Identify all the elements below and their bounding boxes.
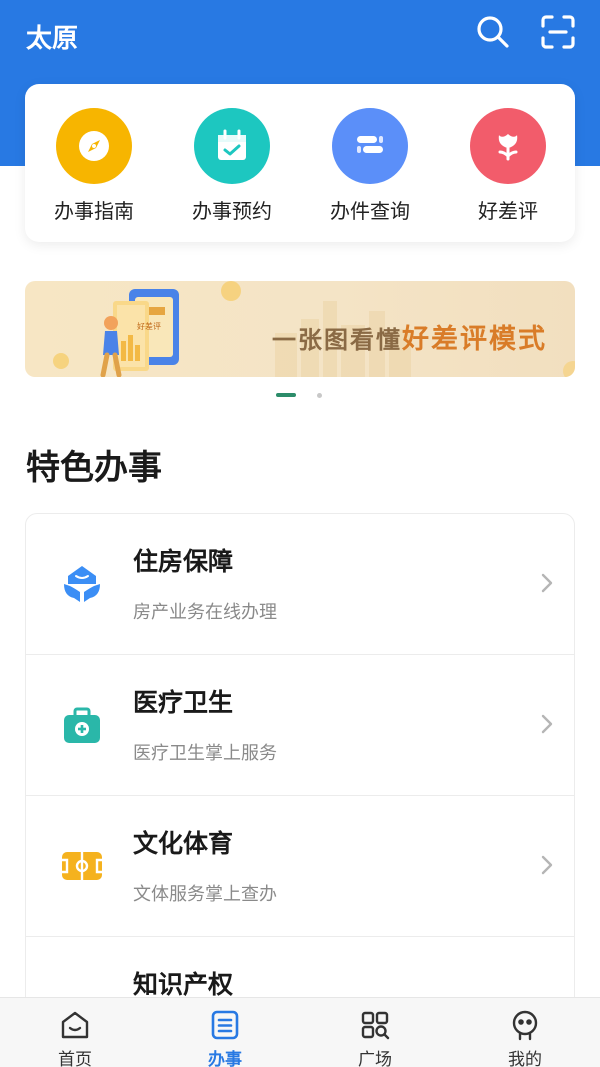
tab-plaza[interactable]: 广场 [300, 998, 450, 1067]
banner-title: 一张图看懂好差评模式 [272, 317, 547, 356]
sports-field-icon [60, 844, 104, 888]
list-query-icon [332, 108, 408, 184]
tab-label: 我的 [508, 1050, 542, 1067]
list-item-title: 医疗卫生 [133, 688, 234, 717]
list-item-title: 文化体育 [133, 829, 234, 858]
bottom-tab-bar: 首页 办事 广场 我的 [0, 997, 600, 1067]
list-item-medical[interactable]: 医疗卫生 医疗卫生掌上服务 [26, 655, 574, 796]
banner-illustration-text: 好差评 [137, 321, 161, 331]
banner-title-highlight: 好差评模式 [402, 324, 547, 355]
quick-action-label: 办件查询 [330, 199, 410, 223]
scan-icon[interactable] [538, 12, 578, 52]
quick-action-rating[interactable]: 好差评 [439, 84, 577, 242]
quick-actions-card: 办事指南 办事预约 办件查询 好差评 [25, 84, 575, 242]
tab-home[interactable]: 首页 [0, 998, 150, 1067]
banner-title-prefix: 一张图看懂 [272, 326, 402, 354]
compass-icon [56, 108, 132, 184]
list-item-housing[interactable]: 住房保障 房产业务在线办理 [26, 514, 574, 655]
carousel-indicator [0, 393, 600, 399]
quick-action-appointment[interactable]: 办事预约 [163, 84, 301, 242]
tab-label: 首页 [58, 1050, 92, 1067]
tab-label: 办事 [208, 1050, 242, 1067]
grid-search-icon [358, 1008, 392, 1042]
tab-services[interactable]: 办事 [150, 998, 300, 1067]
quick-action-label: 办事指南 [54, 199, 134, 223]
calendar-check-icon [194, 108, 270, 184]
chevron-right-icon [541, 714, 553, 734]
quick-action-label: 好差评 [478, 199, 538, 223]
list-item-subtitle: 医疗卫生掌上服务 [133, 743, 277, 764]
list-item-subtitle: 房产业务在线办理 [133, 602, 277, 623]
city-selector[interactable]: 太原 [26, 18, 78, 55]
featured-services-list: 住房保障 房产业务在线办理 医疗卫生 医疗卫生掌上服务 文化体育 文体服务掌上查… [25, 513, 575, 1013]
carousel-dot[interactable] [317, 393, 322, 398]
chevron-right-icon [541, 855, 553, 875]
promo-banner[interactable]: 好差评 一张图看懂好差评模式 [25, 281, 575, 377]
profile-icon [508, 1008, 542, 1042]
service-list-icon [208, 1008, 242, 1042]
quick-action-guide[interactable]: 办事指南 [25, 84, 163, 242]
search-icon[interactable] [473, 12, 513, 52]
list-item-title: 知识产权 [133, 970, 234, 999]
list-item-title: 住房保障 [133, 547, 234, 576]
medical-kit-icon [60, 703, 104, 747]
chevron-right-icon [541, 573, 553, 593]
tab-profile[interactable]: 我的 [450, 998, 600, 1067]
section-title: 特色办事 [26, 448, 162, 488]
quick-action-label: 办事预约 [192, 199, 272, 223]
home-icon [58, 1008, 92, 1042]
carousel-dot-active[interactable] [276, 393, 296, 397]
list-item-subtitle: 文体服务掌上查办 [133, 884, 277, 905]
housing-icon [60, 562, 104, 606]
tab-label: 广场 [358, 1050, 392, 1067]
list-item-culture-sports[interactable]: 文化体育 文体服务掌上查办 [26, 796, 574, 937]
quick-action-query[interactable]: 办件查询 [301, 84, 439, 242]
flower-icon [470, 108, 546, 184]
